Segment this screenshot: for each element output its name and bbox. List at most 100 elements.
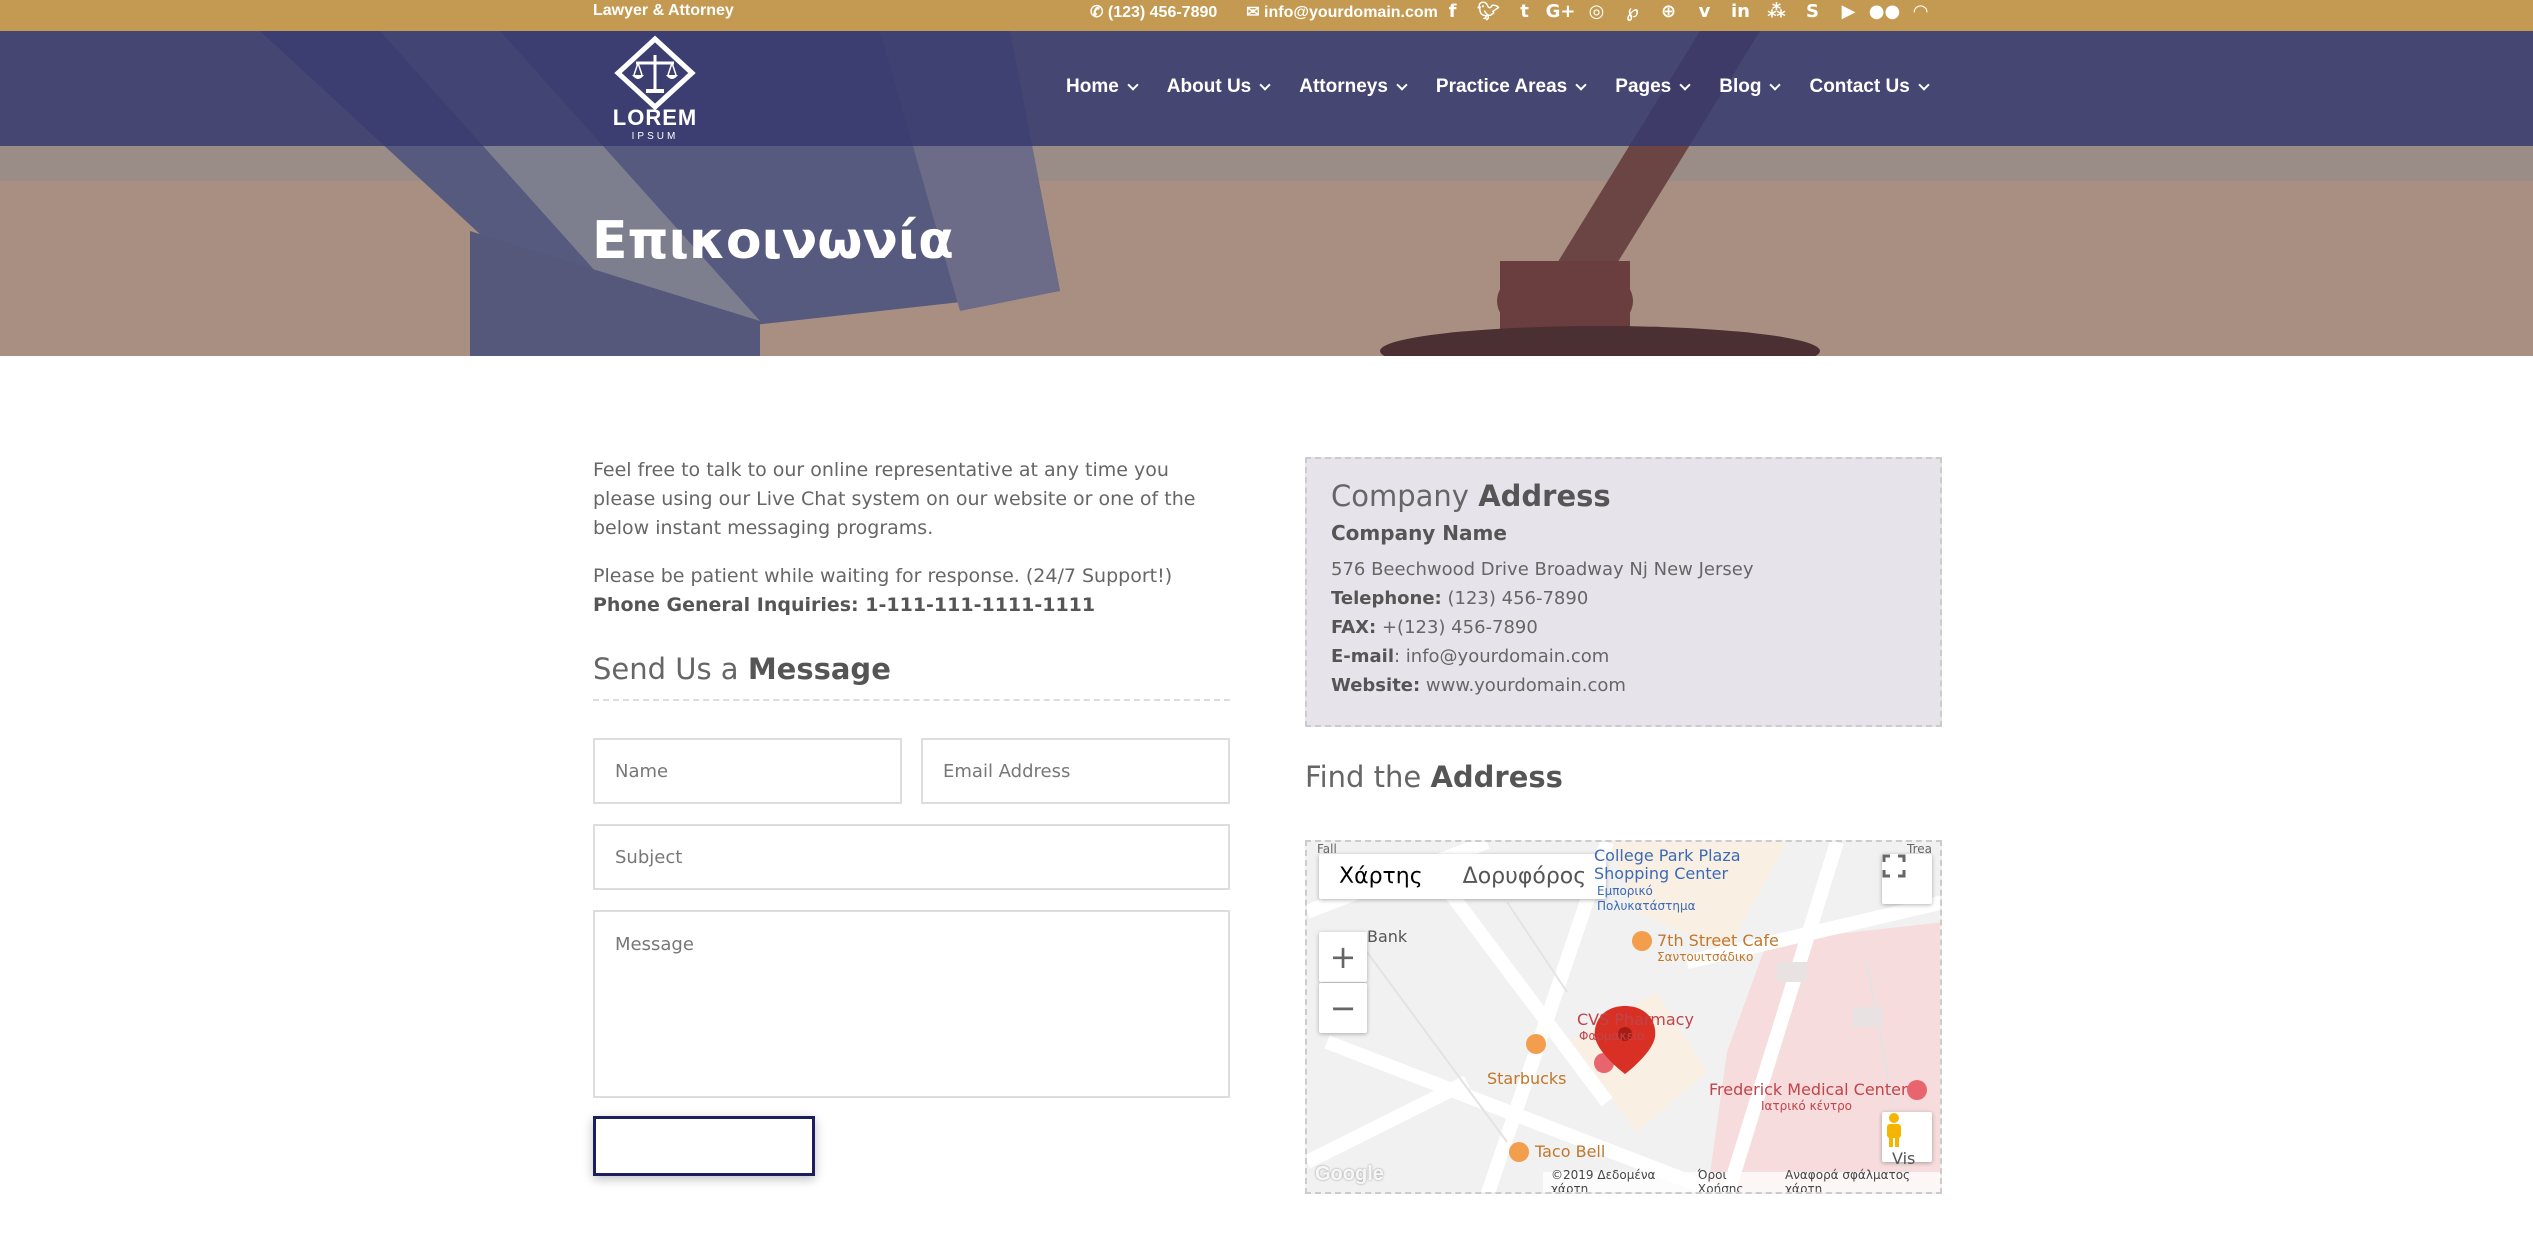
chevron-down-icon [1769,78,1782,91]
email-field[interactable]: Email Address [921,738,1230,804]
page-title: Επικοινωνία [592,211,954,271]
intro-text: Feel free to talk to our online represen… [593,456,1233,639]
skype-icon[interactable]: S [1800,0,1825,22]
chevron-down-icon [1575,78,1587,91]
map-label-fall: Fall [1317,842,1337,856]
hero-banner: LOREM IPSUM Home About Us Attorneys Prac… [0,31,2533,356]
linkedin-icon[interactable]: in [1728,0,1753,22]
envelope-icon: ✉ [1246,4,1260,21]
tagline: Lawyer & Attorney [593,2,734,19]
email-label: E-mail [1331,646,1395,667]
submit-button[interactable] [593,1116,815,1176]
intro-paragraph: Feel free to talk to our online represen… [593,459,1196,539]
nav-item-pages[interactable]: Pages [1615,76,1691,98]
send-message-heading: Send Us a Message [593,652,891,686]
map-label-taco-bell: Taco Bell [1535,1142,1606,1161]
website-label: Website: [1331,675,1421,696]
map-type-map-button[interactable]: Χάρτης [1319,854,1443,899]
telephone-label: Telephone: [1331,588,1442,609]
map-type-satellite-button[interactable]: Δορυφόρος [1443,854,1607,899]
top-email[interactable]: info@yourdomain.com [1264,4,1438,21]
map-label-emporiko: Εμπορικό [1597,884,1653,898]
chevron-down-icon [1127,78,1139,91]
zoom-in-button[interactable]: + [1319,932,1367,982]
instagram-icon[interactable]: ◎ [1584,0,1609,22]
company-street-address: 576 Beechwood Drive Broadway Nj New Jers… [1331,559,1754,580]
heading-light: Company [1331,479,1479,513]
name-field[interactable]: Name [593,738,902,804]
nav-label: About Us [1166,76,1252,97]
top-contact: ✆ (123) 456-7890 ✉ info@yourdomain.com [1090,2,1438,22]
nav-label: Pages [1615,76,1672,97]
dribbble-icon[interactable]: ⊕ [1656,0,1681,22]
email-value[interactable]: : info@yourdomain.com [1394,646,1609,667]
support-text: Please be patient while waiting for resp… [593,565,1173,587]
nav-label: Home [1066,76,1119,97]
map-label-santouitsadiko: Σαντουιτσάδικο [1657,950,1754,964]
company-website: Website: www.yourdomain.com [1331,671,1754,700]
map-type-control: Χάρτης Δορυφόρος [1319,854,1607,899]
find-address-heading: Find the Address [1305,760,1563,794]
chevron-down-icon [1918,78,1930,91]
rss-icon[interactable]: ◠ [1908,0,1933,22]
nav-label: Contact Us [1809,76,1910,97]
map-footer: ©2019 Δεδομένα χάρτη Όροι Χρήσης Αναφορά… [1543,1168,1940,1192]
nav-label: Blog [1719,76,1762,97]
flickr-icon[interactable]: ●● [1869,0,1900,22]
nav-item-attorneys[interactable]: Attorneys [1299,76,1408,98]
heading-divider [593,699,1230,701]
website-value[interactable]: www.yourdomain.com [1420,675,1626,696]
company-details: 576 Beechwood Drive Broadway Nj New Jers… [1331,555,1754,700]
chevron-down-icon [1259,78,1271,91]
google-plus-icon[interactable]: G+ [1546,0,1576,22]
heading-light: Find the [1305,760,1431,794]
nav-item-about-us[interactable]: About Us [1166,76,1271,98]
message-textarea[interactable]: Message [593,910,1230,1098]
youtube-icon[interactable]: ▶ [1836,0,1861,22]
top-phone[interactable]: (123) 456-7890 [1108,4,1217,21]
nav-item-contact-us[interactable]: Contact Us [1809,76,1930,98]
tumblr-icon[interactable]: t [1512,0,1537,22]
zoom-out-button[interactable]: − [1319,983,1367,1033]
heading-bold: Address [1478,479,1611,513]
intro-paragraph-support: Please be patient while waiting for resp… [593,562,1233,620]
telephone-value: (123) 456-7890 [1441,588,1589,609]
nav-item-home[interactable]: Home [1066,76,1139,98]
map-label-trea: Trea [1907,842,1932,856]
map-label-7th-street-cafe: 7th Street Cafe [1657,931,1779,950]
heading-bold: Address [1430,760,1563,794]
map-label-shopping-center: Shopping Center [1594,864,1729,883]
top-bar: Lawyer & Attorney ✆ (123) 456-7890 ✉ inf… [0,0,2533,31]
company-address-heading: Company Address [1331,479,1611,513]
facebook-icon[interactable]: f [1440,0,1465,22]
google-map[interactable]: Χάρτης Δορυφόρος + − Fall Trea College P… [1305,840,1942,1194]
fax-label: FAX: [1331,617,1377,638]
vimeo-icon[interactable]: v [1692,0,1717,22]
google-logo: Google [1315,1163,1384,1185]
map-label-iatriko-kentro: Ιατρικό κέντρο [1761,1099,1853,1113]
pinterest-icon[interactable]: ℘ [1620,0,1645,22]
nav-label: Practice Areas [1435,76,1568,97]
map-label-vis: Vis [1892,1149,1916,1168]
heading-light: Send Us a [593,652,748,686]
map-terms-link[interactable]: Όροι Χρήσης [1698,1168,1767,1192]
map-label-cvs-pharmacy: CVS Pharmacy [1577,1010,1694,1029]
nav-item-blog[interactable]: Blog [1719,76,1782,98]
map-report-error-link[interactable]: Αναφορά σφάλματος χάρτη [1785,1168,1932,1192]
twitter-icon[interactable]: 🐦︎ [1476,0,1501,22]
map-label-frederick-medical-center: Frederick Medical Center [1709,1080,1908,1099]
heading-bold: Message [747,652,891,686]
chevron-down-icon [1679,78,1691,91]
company-name: Company Name [1331,521,1507,545]
map-data-attribution: ©2019 Δεδομένα χάρτη [1551,1168,1656,1194]
phone-icon: ✆ [1090,4,1104,21]
myspace-icon[interactable]: ⁂ [1764,0,1789,22]
phone-inquiries: Phone General Inquiries: 1-111-111-1111-… [593,594,1096,616]
map-label-bank: Bank [1367,927,1408,946]
logo-text: LOREM [612,105,698,130]
fullscreen-icon[interactable] [1882,854,1932,904]
subject-field[interactable]: Subject [593,824,1230,890]
nav-item-practice-areas[interactable]: Practice Areas [1435,76,1587,98]
map-label-starbucks: Starbucks [1487,1069,1567,1088]
nav-label: Attorneys [1299,76,1388,97]
